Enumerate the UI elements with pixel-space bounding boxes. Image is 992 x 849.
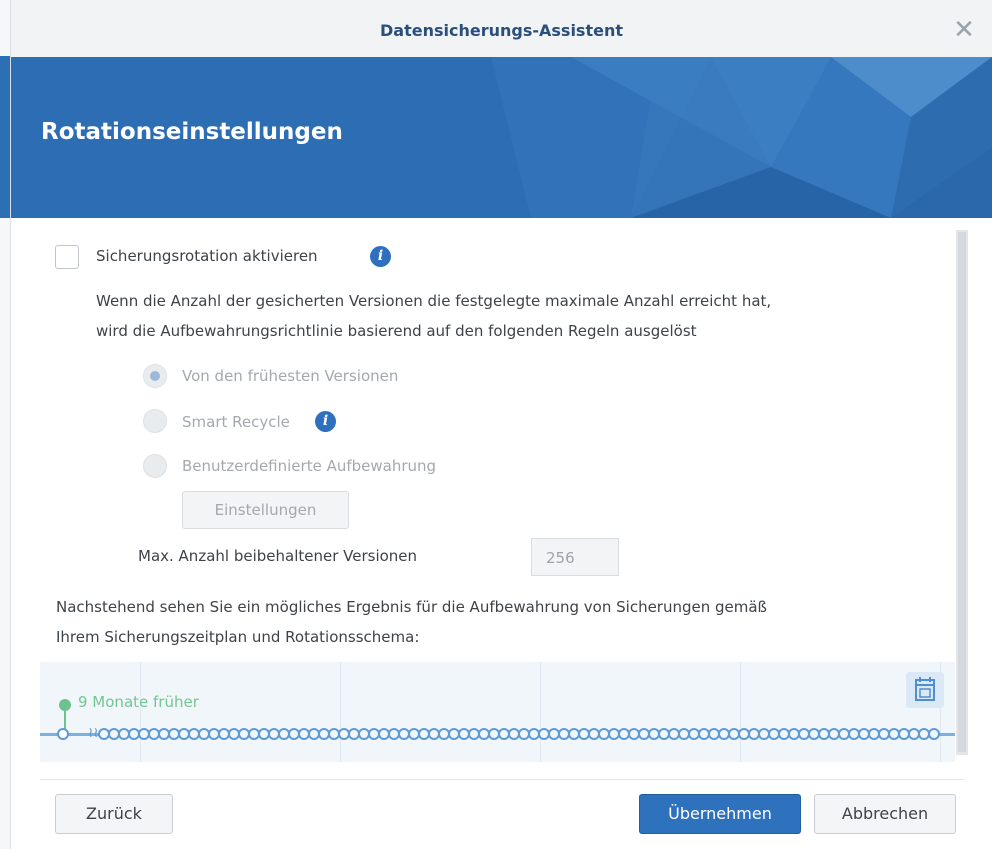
radio-smart-recycle-label: Smart Recycle — [182, 413, 290, 431]
timeline-start-node — [57, 728, 69, 740]
info-icon[interactable]: i — [315, 411, 336, 432]
timeline-break-icon: ≀≀ — [88, 725, 99, 741]
content-area: Sicherungsrotation aktivieren i Wenn die… — [11, 218, 992, 778]
info-icon[interactable]: i — [370, 246, 391, 267]
page-title: Rotationseinstellungen — [41, 119, 343, 145]
settings-button[interactable]: Einstellungen — [182, 491, 349, 529]
timeline-gridline — [140, 662, 141, 762]
back-button[interactable]: Zurück — [55, 794, 173, 834]
background-window-edge — [0, 0, 11, 849]
enable-rotation-label[interactable]: Sicherungsrotation aktivieren — [96, 247, 318, 265]
calendar-icon[interactable] — [906, 672, 944, 708]
cancel-button[interactable]: Abbrechen — [814, 794, 956, 834]
timeline-marker-dot — [59, 699, 71, 711]
timeline-version-ring — [928, 728, 940, 740]
enable-rotation-checkbox[interactable] — [55, 245, 79, 269]
radio-smart-recycle[interactable] — [143, 409, 167, 433]
timeline-gridline — [340, 662, 341, 762]
scrollbar-thumb[interactable] — [958, 232, 966, 752]
radio-earliest-versions[interactable] — [143, 364, 167, 388]
footer-divider — [40, 779, 965, 780]
apply-button[interactable]: Übernehmen — [639, 794, 801, 834]
max-versions-input[interactable]: 256 — [531, 538, 619, 576]
title-bar: Datensicherungs-Assistent ✕ — [11, 0, 992, 58]
timeline-gridline — [740, 662, 741, 762]
radio-custom-retention[interactable] — [143, 454, 167, 478]
backup-wizard-dialog: Datensicherungs-Assistent ✕ Rotationsein… — [11, 0, 992, 849]
close-icon[interactable]: ✕ — [950, 10, 978, 50]
radio-custom-retention-label: Benutzerdefinierte Aufbewahrung — [182, 457, 437, 475]
description-line-2: wird die Aufbewahrungsrichtlinie basiere… — [96, 322, 697, 340]
preview-text-line-1: Nachstehend sehen Sie ein mögliches Erge… — [56, 598, 768, 616]
timeline-version-rings — [98, 728, 940, 742]
timeline-gridline — [540, 662, 541, 762]
description-line-1: Wenn die Anzahl der gesicherten Versione… — [96, 292, 772, 310]
dialog-title: Datensicherungs-Assistent — [380, 21, 623, 40]
max-versions-label: Max. Anzahl beibehaltener Versionen — [138, 547, 418, 565]
header-banner: Rotationseinstellungen — [11, 57, 992, 218]
timeline-start-label: 9 Monate früher — [78, 693, 199, 711]
radio-earliest-versions-label: Von den frühesten Versionen — [182, 367, 399, 385]
retention-timeline: 9 Monate früher ≀≀ — [40, 662, 955, 762]
preview-text-line-2: Ihrem Sicherungszeitplan und Rotationssc… — [56, 628, 420, 646]
